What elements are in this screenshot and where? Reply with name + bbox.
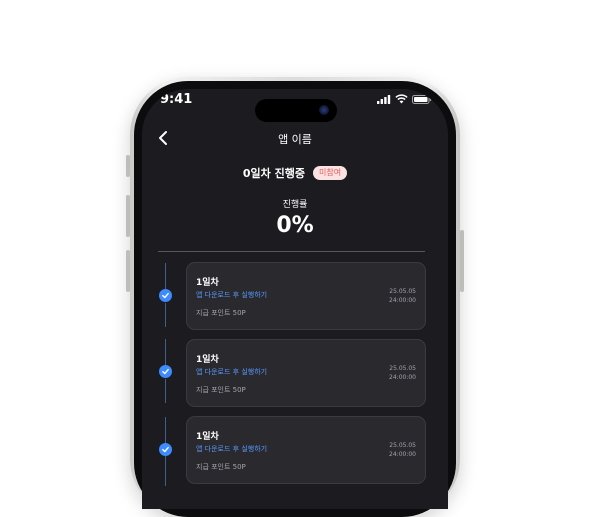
- dynamic-island: [255, 99, 337, 122]
- volume-down-button: [126, 250, 130, 292]
- mission-time: 24:00:00: [389, 297, 416, 304]
- mission-day-title: 1일차: [196, 278, 219, 288]
- mission-reward: 지급 포인트 50P: [196, 386, 246, 394]
- mission-description: 앱 다운로드 후 실행하기: [196, 368, 268, 376]
- volume-up-button: [126, 195, 130, 237]
- camera-icon: [319, 105, 329, 115]
- check-icon: [159, 365, 172, 378]
- mission-card[interactable]: 1일차 앱 다운로드 후 실행하기 지급 포인트 50P 25.05.05 24…: [186, 262, 426, 330]
- check-icon: [159, 443, 172, 456]
- status-icons: [377, 94, 432, 104]
- mission-datetime: 25.05.05 24:00:00: [389, 287, 416, 305]
- progress-rate-value: 0%: [276, 213, 314, 238]
- mission-datetime: 25.05.05 24:00:00: [389, 364, 416, 382]
- timeline-line: [165, 456, 166, 486]
- wifi-icon: [395, 94, 408, 104]
- status-time: 9:41: [160, 92, 193, 107]
- silent-switch: [126, 155, 130, 177]
- timeline-line: [165, 303, 166, 327]
- mission-day-title: 1일차: [196, 432, 219, 442]
- mission-time: 24:00:00: [389, 451, 416, 458]
- mission-time: 24:00:00: [389, 374, 416, 381]
- day-status-row: 0일차 진행중 미참여: [142, 165, 448, 181]
- mission-description: 앱 다운로드 후 실행하기: [196, 445, 268, 453]
- mission-day-title: 1일차: [196, 355, 219, 365]
- mission-date: 25.05.05: [389, 365, 416, 372]
- mission-reward: 지급 포인트 50P: [196, 309, 246, 317]
- signal-icon: [377, 94, 391, 104]
- mission-card[interactable]: 1일차 앱 다운로드 후 실행하기 지급 포인트 50P 25.05.05 24…: [186, 416, 426, 484]
- power-button: [460, 230, 464, 292]
- app-screen: 9:41 앱 이름 0일차 진행중 미참여 진행률 0% 1일차 앱 다운로드 …: [142, 89, 448, 509]
- timeline-line: [165, 339, 166, 365]
- timeline-line: [165, 263, 166, 289]
- day-progress-text: 0일차 진행중: [242, 167, 305, 180]
- status-badge: 미참여: [313, 166, 348, 180]
- mission-datetime: 25.05.05 24:00:00: [389, 441, 416, 459]
- mission-date: 25.05.05: [389, 288, 416, 295]
- divider: [158, 251, 425, 252]
- timeline-line: [165, 417, 166, 443]
- mission-description: 앱 다운로드 후 실행하기: [196, 291, 268, 299]
- timeline-line: [165, 379, 166, 403]
- mission-card[interactable]: 1일차 앱 다운로드 후 실행하기 지급 포인트 50P 25.05.05 24…: [186, 339, 426, 407]
- progress-rate-label: 진행률: [282, 200, 308, 210]
- check-icon: [159, 289, 172, 302]
- mission-reward: 지급 포인트 50P: [196, 463, 246, 471]
- battery-icon: [412, 94, 432, 104]
- mission-date: 25.05.05: [389, 442, 416, 449]
- page-title: 앱 이름: [278, 133, 312, 146]
